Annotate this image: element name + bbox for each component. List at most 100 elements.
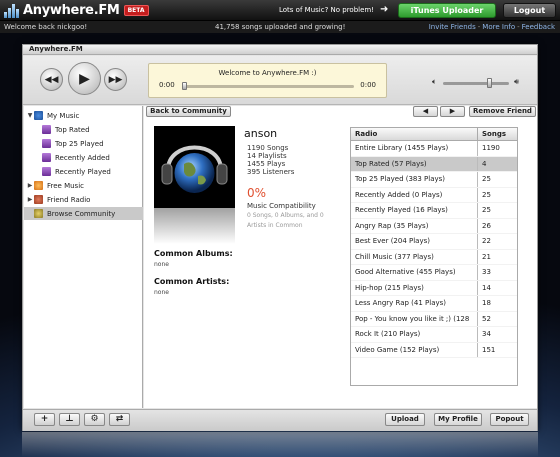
- radio-name-cell: Hip-hop (215 Plays): [351, 280, 478, 295]
- promo-text: Lots of Music? No problem!: [279, 6, 375, 14]
- playlist-icon: [42, 153, 51, 162]
- table-row[interactable]: Rock It (210 Plays) 34: [351, 327, 517, 343]
- table-row[interactable]: Entire Library (1455 Plays) 1190: [351, 141, 517, 157]
- radio-name-cell: Entire Library (1455 Plays): [351, 141, 478, 156]
- status-bar: Welcome back nickgoo! 41,758 songs uploa…: [0, 21, 560, 33]
- songs-count-cell: 21: [482, 252, 491, 261]
- compatibility-label: Music Compatibility: [247, 202, 316, 210]
- sidebar-item-recently-added[interactable]: Recently Added: [24, 151, 143, 164]
- bottom-toolbar: + ⊥ ⚙ ⇄ Upload My Profile Popout: [23, 409, 537, 431]
- logo[interactable]: Anywhere.FM BETA: [4, 2, 149, 19]
- popout-button[interactable]: Popout: [490, 413, 529, 426]
- my-profile-button[interactable]: My Profile: [434, 413, 482, 426]
- logo-text: Anywhere.FM: [23, 3, 120, 18]
- upload-button[interactable]: Upload: [385, 413, 425, 426]
- back-to-community-button[interactable]: Back to Community: [146, 106, 231, 117]
- seek-handle[interactable]: [182, 82, 187, 90]
- itunes-uploader-button[interactable]: iTunes Uploader: [398, 3, 496, 18]
- radio-name-cell: Top Rated (57 Plays): [351, 156, 478, 171]
- table-row[interactable]: Pop - You know you like it ;) (128 52: [351, 311, 517, 327]
- table-row[interactable]: Recently Played (16 Plays) 25: [351, 203, 517, 219]
- collapsed-arrow-icon[interactable]: ▶: [26, 196, 34, 203]
- songs-count-cell: 26: [482, 221, 491, 230]
- sidebar-item-free-music[interactable]: ▶ Free Music: [24, 179, 143, 192]
- songs-count-cell: 33: [482, 268, 491, 277]
- rewind-icon: ◀◀: [44, 74, 59, 85]
- window-reflection: [22, 432, 538, 457]
- sidebar-item-friend-radio[interactable]: ▶ Friend Radio: [24, 193, 143, 206]
- avatar-reflection: [154, 208, 235, 244]
- table-row[interactable]: Top Rated (57 Plays) 4: [351, 156, 517, 172]
- separator: -: [477, 23, 481, 31]
- beta-badge: BETA: [123, 5, 149, 16]
- remove-friend-button[interactable]: Remove Friend: [469, 106, 536, 117]
- table-row[interactable]: Good Alternative (455 Plays) 33: [351, 265, 517, 281]
- radio-table: Radio Songs Entire Library (1455 Plays) 1…: [350, 127, 518, 386]
- table-row[interactable]: Angry Rap (35 Plays) 26: [351, 218, 517, 234]
- settings-button[interactable]: ⚙: [84, 413, 105, 426]
- common-albums-value: none: [154, 261, 169, 268]
- songs-count-cell: 22: [482, 237, 491, 246]
- table-row[interactable]: Hip-hop (215 Plays) 14: [351, 280, 517, 296]
- songs-count-cell: 1190: [482, 144, 500, 153]
- now-playing-display: Welcome to Anywhere.FM :) 0:00 0:00: [148, 63, 387, 98]
- table-row[interactable]: Chill Music (377 Plays) 21: [351, 249, 517, 265]
- table-row[interactable]: Less Angry Rap (41 Plays) 18: [351, 296, 517, 312]
- radio-column-header[interactable]: Radio: [351, 128, 478, 140]
- songs-column-header[interactable]: Songs: [478, 128, 506, 140]
- volume-high-icon[interactable]: 🔊︎: [514, 77, 519, 87]
- free-music-icon: [34, 181, 43, 190]
- feedback-link[interactable]: Feedback: [522, 23, 555, 31]
- more-info-link[interactable]: More Info: [482, 23, 515, 31]
- common-albums-title: Common Albums:: [154, 249, 233, 258]
- sidebar-item-top-rated[interactable]: Top Rated: [24, 123, 143, 136]
- plays-count: 1455 Plays: [247, 160, 286, 168]
- music-icon: [34, 111, 43, 120]
- previous-friend-button[interactable]: ◀: [413, 106, 438, 117]
- playlist-icon: [42, 167, 51, 176]
- radio-name-cell: Video Game (152 Plays): [351, 342, 478, 357]
- radio-name-cell: Good Alternative (455 Plays): [351, 265, 478, 280]
- playlist-icon: [42, 125, 51, 134]
- songs-count-cell: 25: [482, 175, 491, 184]
- sidebar-item-browse-community[interactable]: Browse Community: [24, 207, 143, 220]
- add-button[interactable]: +: [34, 413, 55, 426]
- table-row[interactable]: Recently Added (0 Plays) 25: [351, 187, 517, 203]
- logout-button[interactable]: Logout: [503, 3, 556, 18]
- seek-bar[interactable]: [182, 85, 354, 88]
- table-row[interactable]: Best Ever (204 Plays) 22: [351, 234, 517, 250]
- table-row[interactable]: Top 25 Played (383 Plays) 25: [351, 172, 517, 188]
- volume-slider[interactable]: [443, 82, 509, 85]
- previous-track-button[interactable]: ◀◀: [40, 68, 63, 91]
- sidebar-item-label: Recently Played: [55, 167, 111, 176]
- invite-friends-link[interactable]: Invite Friends: [429, 23, 476, 31]
- expanded-arrow-icon[interactable]: ▼: [26, 112, 34, 119]
- equalizer-icon: ⊥: [65, 414, 74, 424]
- playlist-icon: [42, 139, 51, 148]
- gear-icon: ⚙: [90, 414, 99, 424]
- sidebar-item-top-25-played[interactable]: Top 25 Played: [24, 137, 143, 150]
- shuffle-button[interactable]: ⇄: [109, 413, 130, 426]
- volume-low-icon[interactable]: 🔈︎: [432, 77, 437, 87]
- table-row[interactable]: Video Game (152 Plays) 151: [351, 342, 517, 358]
- sidebar-item-my-music[interactable]: ▼ My Music: [24, 109, 143, 122]
- compatibility-detail: 0 Songs, 0 Albums, and 0 Artists in Comm…: [247, 212, 324, 229]
- friend-name: anson: [244, 127, 278, 140]
- volume-handle[interactable]: [486, 78, 492, 88]
- plus-icon: +: [40, 414, 49, 424]
- profile-panel: Back to Community ◀ ▶ Remove Friend anso…: [144, 106, 537, 408]
- songs-count-cell: 14: [482, 283, 491, 292]
- listeners-count: 395 Listeners: [247, 168, 295, 176]
- next-friend-button[interactable]: ▶: [440, 106, 465, 117]
- play-button[interactable]: ▶: [68, 62, 101, 95]
- next-track-button[interactable]: ▶▶: [104, 68, 127, 91]
- sidebar-item-recently-played[interactable]: Recently Played: [24, 165, 143, 178]
- triangle-right-icon: ▶: [449, 107, 456, 115]
- play-icon: ▶: [79, 70, 90, 87]
- equalizer-button[interactable]: ⊥: [59, 413, 80, 426]
- radio-name-cell: Chill Music (377 Plays): [351, 249, 478, 264]
- collapsed-arrow-icon[interactable]: ▶: [26, 182, 34, 189]
- song-stats: 41,758 songs uploaded and growing!: [215, 23, 346, 31]
- app-window: Anywhere.FM ◀◀ ▶ ▶▶ Welcome to Anywhere.…: [22, 44, 538, 431]
- sidebar: ▼ My Music Top Rated Top 25 Played Recently …: [24, 106, 143, 408]
